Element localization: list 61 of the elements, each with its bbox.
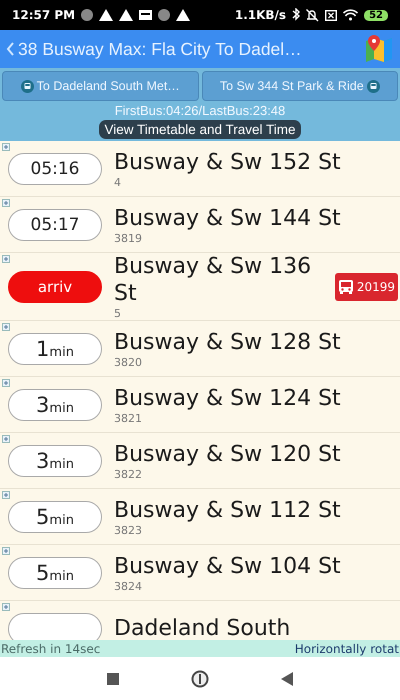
stop-code: 4 [114,176,122,188]
warning-icon [119,9,134,21]
back-icon[interactable] [281,672,293,686]
stop-name: Busway & Sw 112 St [114,496,342,524]
stop-name: Dadeland South [114,615,292,640]
stop-name: Busway & Sw 136 St [114,253,312,307]
expand-icon[interactable] [2,143,10,151]
stop-name: Busway & Sw 152 St [114,148,342,176]
arrival-time-pill: 5 min [8,556,102,588]
stop-code: 3822 [114,468,143,480]
menu-icon[interactable] [107,672,119,684]
vehicle-badge[interactable]: 20199 [334,272,398,300]
bus-icon [366,80,380,92]
stop-name: Busway & Sw 104 St [114,552,342,580]
warning-icon [176,9,190,21]
expand-icon[interactable] [2,547,10,555]
expand-icon[interactable] [2,255,10,263]
map-icon[interactable] [364,35,394,63]
arrival-time-pill: arriv [8,270,102,302]
arrival-time-pill: 05:16 [8,152,102,184]
arrival-time-pill: 3min [8,444,102,476]
home-icon[interactable] [191,670,209,688]
battery-level: 52 [364,10,388,20]
expand-icon[interactable] [2,603,10,611]
stop-name: Busway & Sw 120 St [114,440,342,468]
stop-code: 3821 [114,412,143,424]
stop-code: 3824 [114,580,143,592]
network-speed: 1.1KB/s [234,8,286,22]
window-icon [139,10,152,20]
dot-icon [158,9,170,21]
expand-icon[interactable] [2,323,10,331]
direction-button[interactable]: To Sw 344 St Park & Ride [202,71,398,101]
status-time: 12:57 PM [12,8,76,22]
service-hours: FirstBus:04:26/LastBus:23:48 [114,103,286,118]
rotate-hint: Horizontally rotat [294,642,399,656]
warning-icon [99,9,114,21]
muted-bell-icon [306,8,320,22]
stop-code: 3820 [114,356,143,368]
dot-icon [81,9,94,21]
bus-icon [20,80,34,92]
expand-icon[interactable] [2,199,10,207]
expand-icon[interactable] [2,379,10,387]
stop-name: Busway & Sw 124 St [114,384,342,412]
expand-icon[interactable] [2,435,10,443]
stop-code: 3819 [114,232,143,244]
arrival-time-pill: 05:17 [8,208,102,240]
arrival-time-pill: 5 min [8,500,102,532]
refresh-countdown: Refresh in 14sec [1,642,100,656]
arrival-time-pill: 1 min [8,332,102,364]
stop-code: 5 [114,307,122,320]
sim-icon [325,10,338,20]
stop-name: Busway & Sw 144 St [114,204,342,232]
expand-icon[interactable] [2,491,10,499]
route-title: 38 Busway Max: Fla City To Dadel… [18,38,303,60]
direction-button[interactable]: To Dadeland South Met… [2,71,198,101]
bluetooth-icon [292,8,300,22]
stop-code: 3823 [114,524,143,536]
stop-name: Busway & Sw 128 St [114,328,342,356]
timetable-button[interactable]: View Timetable and Travel Time [99,120,301,139]
wifi-icon [343,9,358,21]
arrival-time-pill: 3min [8,388,102,420]
